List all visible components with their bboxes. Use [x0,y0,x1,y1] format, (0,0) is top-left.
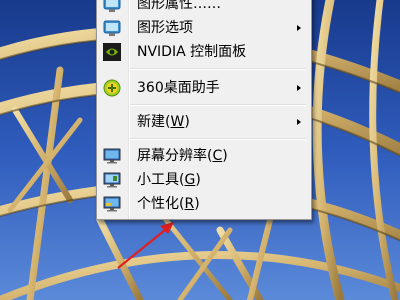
annotation-arrow [117,222,174,269]
menu-item-personalize[interactable]: 个性化(R) [99,192,309,216]
menu-item-360-desktop-assistant[interactable]: 360桌面助手 [99,76,309,100]
menu-item-label: 360桌面助手 [137,80,220,96]
gadgets-icon [103,171,121,189]
desktop[interactable]: 图形属性…… 图形选项 NVIDIA 控制面板 360桌面助手 新建(W) 屏幕… [0,0,400,300]
submenu-arrow-icon [297,25,301,31]
360-desktop-icon [103,79,121,97]
submenu-arrow-icon [297,119,301,125]
menu-item-label: 新建 [137,114,165,130]
intel-graphics-icon [103,19,121,37]
menu-item-accelerator: W [170,114,185,130]
menu-item-screen-resolution[interactable]: 屏幕分辨率(C) [99,144,309,168]
menu-item-label: 图形选项 [137,20,193,36]
menu-item-label: NVIDIA 控制面板 [137,44,247,60]
menu-separator [130,68,306,70]
menu-item-label: 个性化 [137,196,179,212]
submenu-arrow-icon [297,85,301,91]
menu-item-label: 屏幕分辨率 [137,148,207,164]
menu-item-gadgets[interactable]: 小工具(G) [99,168,309,192]
menu-item-graphics-options[interactable]: 图形选项 [99,16,309,40]
menu-item-accelerator: R [184,196,195,212]
menu-item-label: 小工具 [137,172,179,188]
personalize-icon [103,195,121,213]
intel-graphics-icon [103,0,121,13]
menu-item-new[interactable]: 新建(W) [99,110,309,134]
nvidia-icon [103,43,121,61]
desktop-context-menu: 图形属性…… 图形选项 NVIDIA 控制面板 360桌面助手 新建(W) 屏幕… [96,0,312,220]
menu-item-accelerator: C [212,148,223,164]
screen-resolution-icon [103,147,121,165]
menu-item-graphics-properties[interactable]: 图形属性…… [99,0,309,16]
menu-item-nvidia-control-panel[interactable]: NVIDIA 控制面板 [99,40,309,64]
menu-separator [130,104,306,106]
menu-item-label: 图形属性…… [137,0,221,12]
menu-separator [130,138,306,140]
menu-item-accelerator: G [184,172,196,188]
